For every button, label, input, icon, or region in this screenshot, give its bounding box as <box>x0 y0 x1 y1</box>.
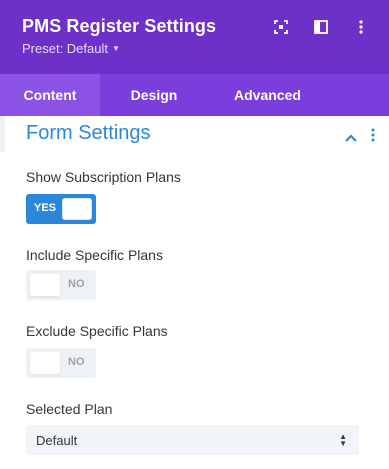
settings-header: PMS Register Settings Preset: Default ▼ <box>0 0 389 74</box>
chevron-up-icon[interactable] <box>345 129 357 147</box>
exclude-specific-plans-label: Exclude Specific Plans <box>26 323 168 339</box>
section-title: Form Settings <box>26 122 151 144</box>
caret-down-icon: ▼ <box>112 44 120 53</box>
selected-plan-select[interactable]: Default ▲ ▼ <box>26 425 359 455</box>
show-subscription-plans-label: Show Subscription Plans <box>26 169 181 185</box>
header-actions <box>271 18 371 36</box>
section-left-bar <box>0 116 5 152</box>
select-arrows-icon: ▲ ▼ <box>339 432 347 448</box>
toggle-yes-label: YES <box>34 202 57 214</box>
selected-plan-label: Selected Plan <box>26 401 113 417</box>
tab-content[interactable]: Content <box>0 74 100 116</box>
more-vertical-icon[interactable] <box>351 18 371 36</box>
sidebar-icon[interactable] <box>311 18 331 36</box>
show-subscription-plans-toggle[interactable]: YES <box>26 194 96 224</box>
preset-dropdown[interactable]: Preset: Default ▼ <box>22 41 120 57</box>
exclude-specific-plans-toggle[interactable]: NO <box>26 348 96 378</box>
toggle-no-label: NO <box>68 356 85 368</box>
preset-label: Preset: Default <box>22 41 108 56</box>
section-header[interactable]: Form Settings <box>0 116 389 152</box>
include-specific-plans-label: Include Specific Plans <box>26 247 163 263</box>
tab-design[interactable]: Design <box>100 74 208 116</box>
toggle-knob <box>30 352 60 374</box>
expand-icon[interactable] <box>271 18 291 36</box>
include-specific-plans-toggle[interactable]: NO <box>26 270 96 300</box>
more-vertical-icon[interactable] <box>371 128 375 147</box>
toggle-knob <box>30 274 60 296</box>
toggle-no-label: NO <box>68 278 85 290</box>
selected-plan-value: Default <box>36 433 78 448</box>
tab-advanced[interactable]: Advanced <box>208 74 327 116</box>
tab-bar: Content Design Advanced <box>0 74 389 116</box>
section-actions <box>345 128 375 147</box>
toggle-knob <box>62 198 92 220</box>
